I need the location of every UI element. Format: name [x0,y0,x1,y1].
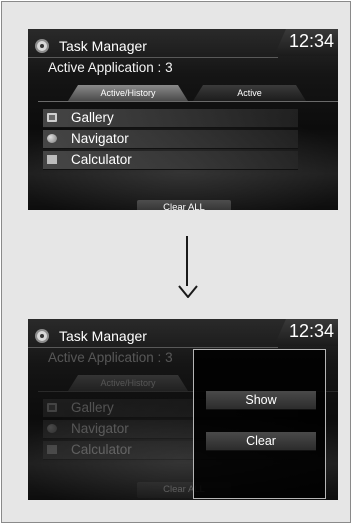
settings-gear-icon [37,41,47,51]
clock: 12:34 [288,321,334,341]
show-button[interactable]: Show [206,391,316,410]
clock-tab: 12:34 [274,29,338,56]
list-item-label: Calculator [71,152,132,167]
tab-bar: Active/History Active [68,85,306,101]
clock: 12:34 [288,31,334,51]
gallery-icon [47,403,57,412]
app-action-popup: Show Clear [193,349,326,499]
task-manager-screen-after: Task Manager 12:34 Active Application : … [28,319,338,500]
clear-all-button[interactable]: Clear ALL [137,200,231,210]
calculator-icon [47,445,57,454]
tab-active-history: Active/History [68,375,188,391]
clock-tab: 12:34 [274,319,338,346]
list-item-label: Navigator [71,421,129,436]
list-item-label: Gallery [71,400,114,415]
title-divider [28,57,278,58]
navigator-icon [47,134,57,143]
app-title: Task Manager [59,328,147,344]
list-item-label: Calculator [71,442,132,457]
navigator-icon [47,424,57,433]
figure-frame: Task Manager 12:34 Active Application : … [1,1,351,523]
list-item-calculator[interactable]: Calculator [43,151,298,170]
arrow-head [178,285,198,298]
list-item-label: Navigator [71,131,129,146]
tab-active-history[interactable]: Active/History [68,85,188,101]
list-item-navigator[interactable]: Navigator [43,130,298,149]
tab-active[interactable]: Active [193,85,306,101]
active-application-count: Active Application : 3 [48,60,173,75]
list-item-gallery[interactable]: Gallery [43,109,298,128]
active-application-count: Active Application : 3 [48,350,173,365]
gallery-icon [47,113,57,122]
down-arrow-icon [178,236,198,300]
task-manager-screen-before: Task Manager 12:34 Active Application : … [28,29,338,210]
title-divider [28,347,278,348]
settings-gear-icon [37,331,47,341]
list-item-label: Gallery [71,110,114,125]
clear-button[interactable]: Clear [206,432,316,451]
calculator-icon [47,155,57,164]
tabs-divider [38,101,338,102]
app-title: Task Manager [59,38,147,54]
